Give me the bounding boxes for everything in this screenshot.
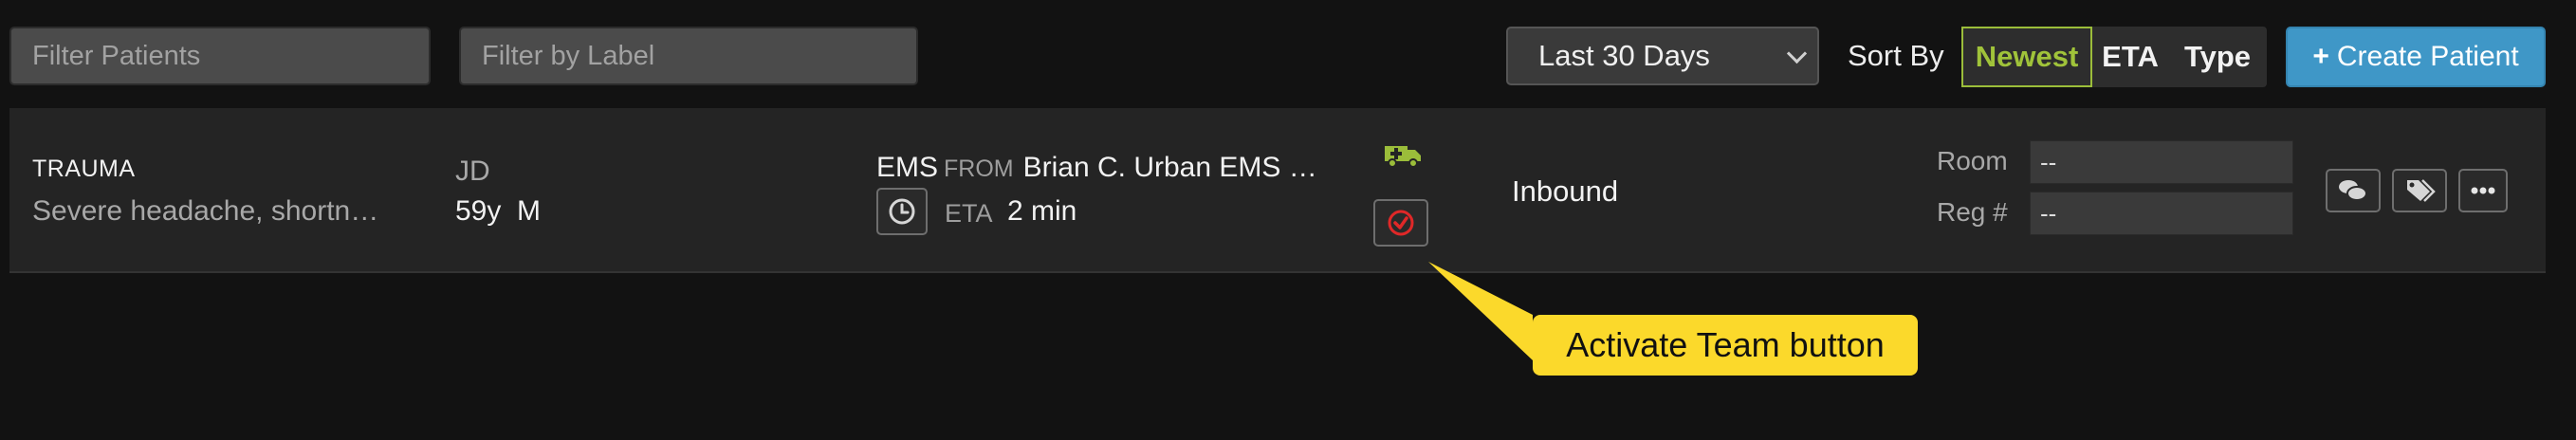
patient-initials: JD bbox=[455, 156, 490, 187]
ellipsis-icon bbox=[2471, 187, 2495, 194]
eta-value: 2 min bbox=[1007, 195, 1077, 227]
room-field[interactable]: -- bbox=[2030, 140, 2293, 184]
sort-button-group: Newest ETA Type bbox=[1961, 27, 2267, 87]
transport-source: EMS FROM Brian C. Urban EMS … bbox=[876, 152, 1317, 184]
check-circle-icon bbox=[1388, 210, 1414, 236]
sort-newest-button[interactable]: Newest bbox=[1961, 27, 2092, 87]
eta-clock-button[interactable] bbox=[876, 188, 928, 235]
chevron-down-icon bbox=[1786, 43, 1808, 64]
comment-icon bbox=[2339, 180, 2367, 201]
room-label: Room bbox=[1937, 146, 2008, 175]
create-patient-label: Create Patient bbox=[2336, 41, 2519, 72]
chief-complaint: Severe headache, shortn… bbox=[32, 195, 379, 227]
filter-patients-input[interactable] bbox=[9, 27, 431, 85]
plus-icon: + bbox=[2312, 41, 2329, 72]
activate-team-button[interactable] bbox=[1373, 199, 1428, 247]
create-patient-button[interactable]: + Create Patient bbox=[2286, 27, 2546, 87]
patient-age-sex: 59y M bbox=[455, 195, 542, 227]
callout-label: Activate Team button bbox=[1533, 315, 1918, 376]
date-range-value: Last 30 Days bbox=[1538, 39, 1710, 72]
sort-type-button[interactable]: Type bbox=[2168, 27, 2267, 87]
eta-label: ETA bbox=[945, 199, 993, 228]
more-actions-button[interactable] bbox=[2458, 169, 2508, 212]
clock-icon bbox=[889, 198, 915, 225]
sort-by-label: Sort By bbox=[1848, 39, 1944, 72]
origin-name: Brian C. Urban EMS … bbox=[1022, 152, 1317, 183]
patient-status: Inbound bbox=[1512, 174, 1619, 208]
patient-type: TRAUMA bbox=[32, 156, 136, 182]
ambulance-icon bbox=[1385, 146, 1421, 168]
reg-label: Reg # bbox=[1937, 197, 2008, 227]
patient-row[interactable]: TRAUMA Severe headache, shortn… JD 59y M… bbox=[9, 108, 2546, 273]
reg-field[interactable]: -- bbox=[2030, 192, 2293, 235]
labels-button[interactable] bbox=[2392, 169, 2447, 212]
comments-button[interactable] bbox=[2326, 169, 2381, 212]
from-label: FROM bbox=[944, 156, 1014, 182]
source-label: EMS bbox=[876, 152, 939, 183]
sort-eta-button[interactable]: ETA bbox=[2092, 27, 2168, 87]
filter-label-input[interactable] bbox=[459, 27, 918, 85]
date-range-select[interactable]: Last 30 Days bbox=[1506, 27, 1819, 85]
tags-icon bbox=[2407, 179, 2436, 202]
